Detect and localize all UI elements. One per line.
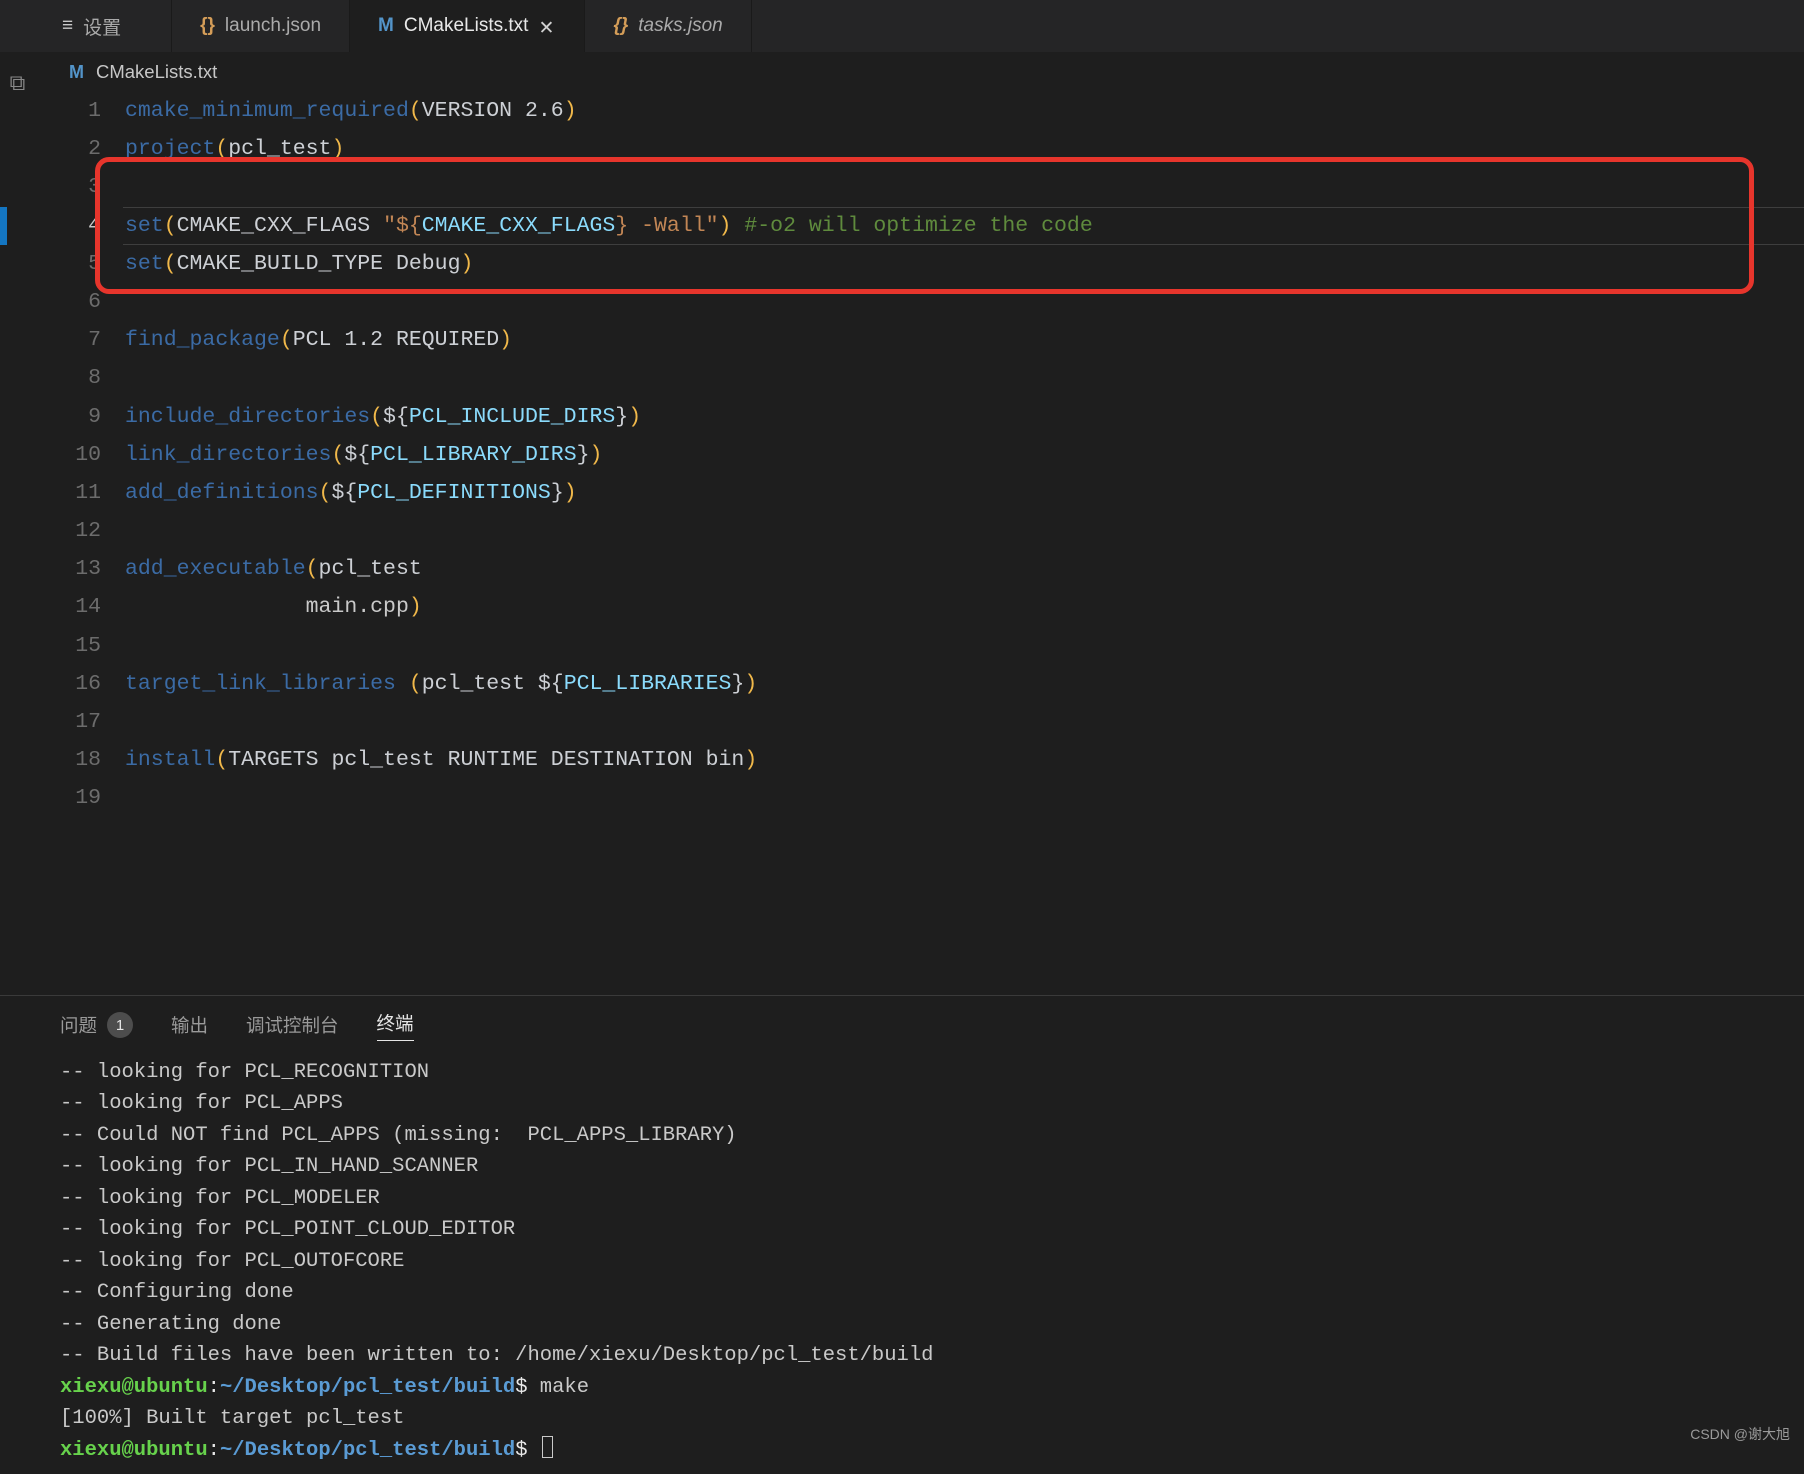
cmake-file-icon: M <box>69 62 84 83</box>
code-line[interactable]: cmake_minimum_required(VERSION 2.6) <box>125 92 1804 130</box>
code-line[interactable]: main.cpp) <box>125 588 1804 626</box>
terminal-line: -- Could NOT find PCL_APPS (missing: PCL… <box>60 1120 1804 1152</box>
gear-icon: ≡ <box>62 15 73 37</box>
tab-label: 设置 <box>83 13 121 40</box>
terminal-line: xiexu@ubuntu:~/Desktop/pcl_test/build$ <box>60 1435 1804 1467</box>
panel-tab-label: 调试控制台 <box>246 1012 339 1038</box>
tab-label: CMakeLists.txt <box>404 15 529 37</box>
split-editor-icon[interactable]: ⧉ <box>10 70 26 96</box>
breadcrumb-label: CMakeLists.txt <box>96 61 217 83</box>
watermark: CSDN @谢大旭 <box>1690 1424 1790 1444</box>
breadcrumb[interactable]: M CMakeLists.txt <box>35 52 1804 92</box>
terminal-line: -- Build files have been written to: /ho… <box>60 1340 1804 1372</box>
code-line[interactable] <box>125 359 1804 397</box>
json-icon: {} <box>613 15 628 37</box>
close-icon[interactable]: ✕ <box>538 17 556 35</box>
code-line[interactable]: add_definitions(${PCL_DEFINITIONS}) <box>125 474 1804 512</box>
tab-label: tasks.json <box>638 15 722 37</box>
terminal-line: -- looking for PCL_RECOGNITION <box>60 1057 1804 1089</box>
terminal-line: -- looking for PCL_IN_HAND_SCANNER <box>60 1151 1804 1183</box>
json-icon: {} <box>200 15 215 37</box>
side-rail: ⧉ <box>0 52 35 995</box>
bottom-panel: 问题 1 输出 调试控制台 终端 -- looking for PCL_RECOGNIT… <box>0 995 1804 1474</box>
terminal-line: -- looking for PCL_APPS <box>60 1088 1804 1120</box>
code-line[interactable]: add_executable(pcl_test <box>125 550 1804 588</box>
code-line[interactable] <box>125 512 1804 550</box>
code-line[interactable] <box>125 283 1804 321</box>
code-line[interactable]: link_directories(${PCL_LIBRARY_DIRS}) <box>125 436 1804 474</box>
code-line[interactable] <box>125 779 1804 817</box>
tab--[interactable]: ≡ 设置 <box>0 0 172 52</box>
panel-tab-label: 终端 <box>377 1010 414 1041</box>
gutter-marker <box>0 207 7 245</box>
panel-tab-终端[interactable]: 终端 <box>377 1010 414 1041</box>
code-area[interactable]: cmake_minimum_required(VERSION 2.6)proje… <box>125 92 1804 995</box>
code-line[interactable]: install(TARGETS pcl_test RUNTIME DESTINA… <box>125 741 1804 779</box>
panel-tab-label: 输出 <box>171 1012 208 1038</box>
editor-tabs: ≡ 设置 {} launch.json M CMakeLists.txt ✕ {} tasks.… <box>0 0 1804 52</box>
tab-cmakelists-txt[interactable]: M CMakeLists.txt ✕ <box>350 0 585 52</box>
panel-tab-调试控制台[interactable]: 调试控制台 <box>246 1012 339 1038</box>
code-line[interactable]: set(CMAKE_CXX_FLAGS "${CMAKE_CXX_FLAGS} … <box>125 207 1804 245</box>
tab-label: launch.json <box>225 15 321 37</box>
terminal-output[interactable]: -- looking for PCL_RECOGNITION-- looking… <box>0 1051 1804 1467</box>
panel-tab-输出[interactable]: 输出 <box>171 1012 208 1038</box>
panel-tab-label: 问题 <box>60 1012 97 1038</box>
tab-tasks-json[interactable]: {} tasks.json <box>585 0 751 52</box>
terminal-line: xiexu@ubuntu:~/Desktop/pcl_test/build$ m… <box>60 1372 1804 1404</box>
code-editor[interactable]: 12345678910111213141516171819 cmake_mini… <box>35 92 1804 995</box>
code-line[interactable]: find_package(PCL 1.2 REQUIRED) <box>125 321 1804 359</box>
terminal-line: [100%] Built target pcl_test <box>60 1403 1804 1435</box>
terminal-line: -- Configuring done <box>60 1277 1804 1309</box>
tab-launch-json[interactable]: {} launch.json <box>172 0 350 52</box>
code-line[interactable] <box>125 703 1804 741</box>
code-line[interactable]: project(pcl_test) <box>125 130 1804 168</box>
terminal-cursor <box>542 1436 553 1458</box>
terminal-line: -- looking for PCL_MODELER <box>60 1183 1804 1215</box>
terminal-line: -- looking for PCL_POINT_CLOUD_EDITOR <box>60 1214 1804 1246</box>
code-line[interactable] <box>125 168 1804 206</box>
panel-tabs: 问题 1 输出 调试控制台 终端 <box>0 996 1804 1051</box>
code-line[interactable]: include_directories(${PCL_INCLUDE_DIRS}) <box>125 398 1804 436</box>
terminal-line: -- Generating done <box>60 1309 1804 1341</box>
panel-tab-问题[interactable]: 问题 1 <box>60 1012 133 1038</box>
code-line[interactable] <box>125 627 1804 665</box>
line-number-gutter: 12345678910111213141516171819 <box>35 92 125 995</box>
terminal-line: -- looking for PCL_OUTOFCORE <box>60 1246 1804 1278</box>
code-line[interactable]: set(CMAKE_BUILD_TYPE Debug) <box>125 245 1804 283</box>
problems-count-badge: 1 <box>107 1012 133 1038</box>
code-line[interactable]: target_link_libraries (pcl_test ${PCL_LI… <box>125 665 1804 703</box>
m-icon: M <box>378 15 394 37</box>
